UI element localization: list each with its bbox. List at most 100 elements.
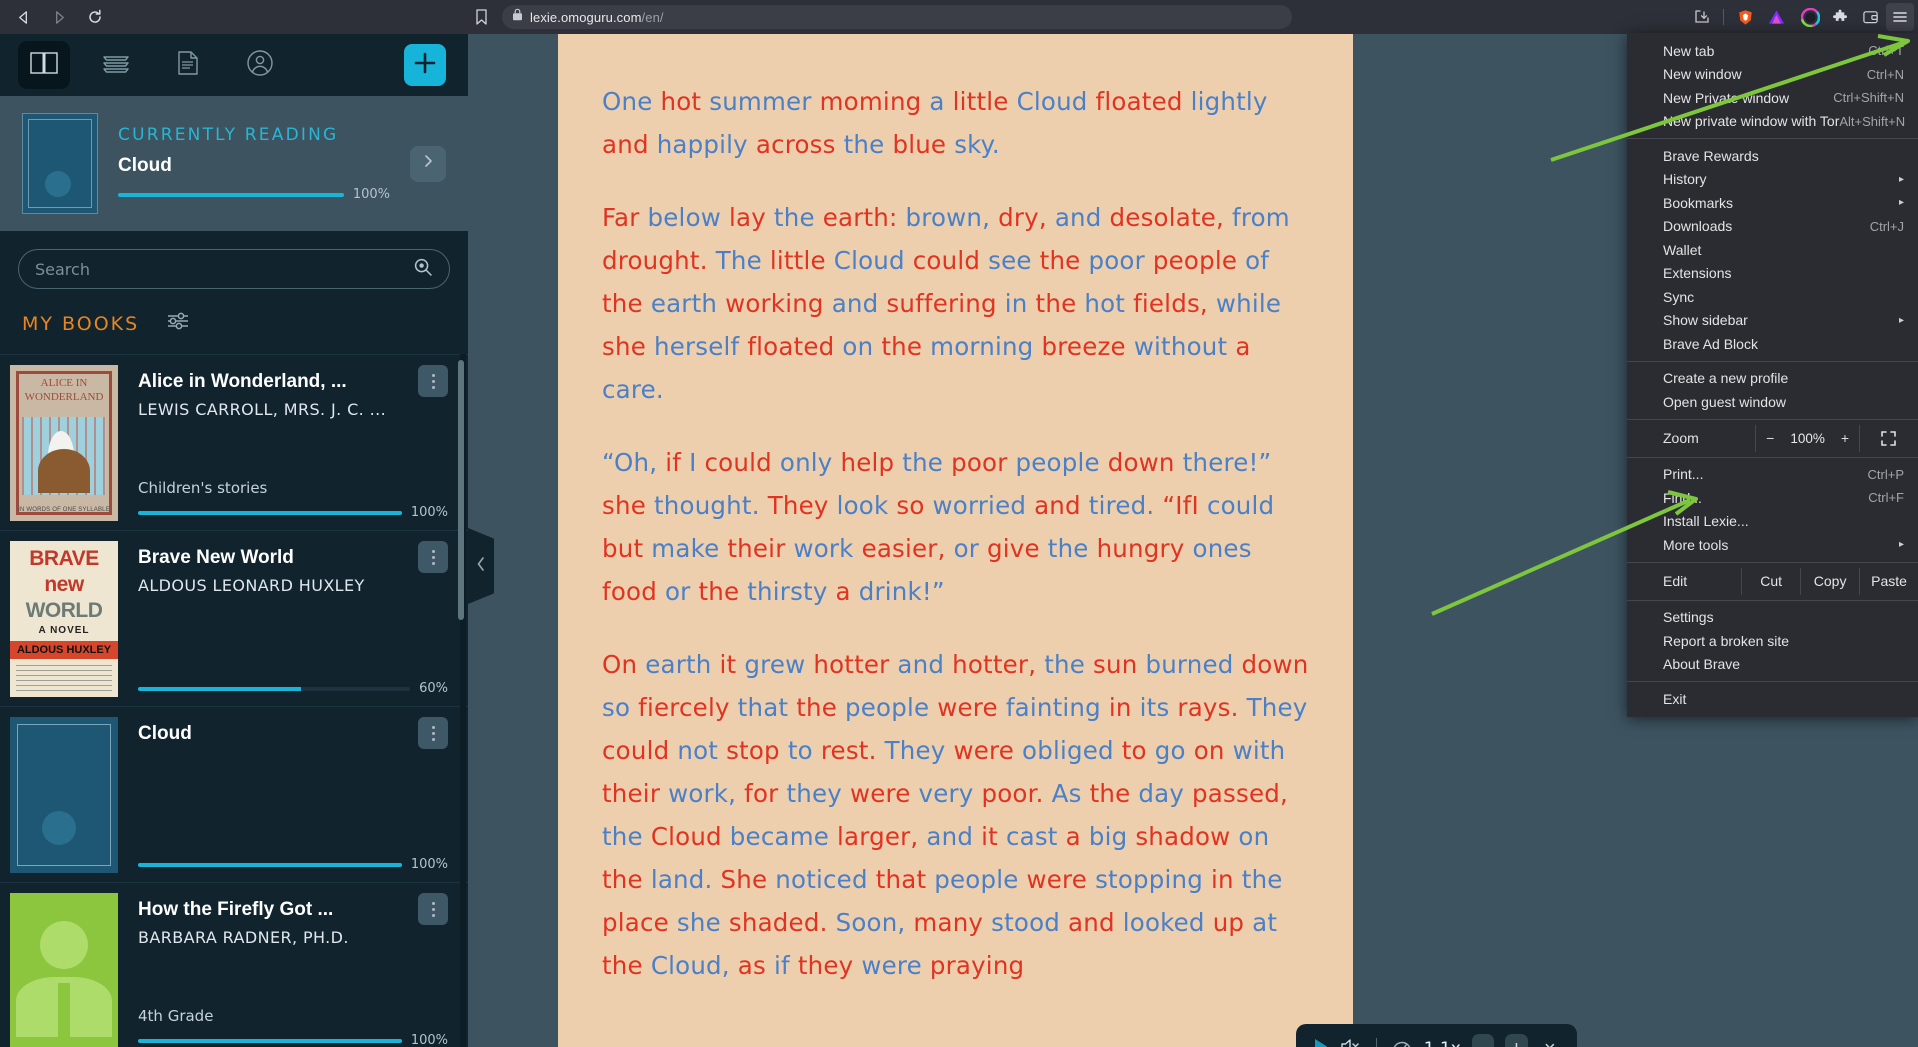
install-app-icon[interactable] [1688,3,1716,31]
speed-increase-button[interactable]: + [1505,1033,1528,1047]
word: that [737,693,789,722]
menu-item-new-private-window-with-tor[interactable]: New private window with Tor Alt+Shift+N [1627,110,1918,134]
audio-player[interactable]: 1.1x − + × [1296,1024,1577,1047]
menu-item-brave-ad-block[interactable]: Brave Ad Block [1627,332,1918,356]
word: Cloud [833,246,905,275]
url-text: lexie.omoguru.com/en/ [530,9,664,25]
word: shadow [1135,822,1231,851]
scrollbar-thumb[interactable] [458,360,464,620]
bookmark-icon[interactable] [466,3,496,31]
word: desolate, [1109,203,1225,232]
menu-item-more-tools[interactable]: More tools ▸ [1627,533,1918,557]
menu-item-show-sidebar[interactable]: Show sidebar ▸ [1627,309,1918,333]
menu-item-print[interactable]: Print... Ctrl+P [1627,463,1918,487]
back-arrow-icon[interactable] [8,3,38,31]
browser-main-menu[interactable]: New tab Ctrl+T New window Ctrl+N New Private… [1627,33,1918,717]
menu-item-find[interactable]: Find... Ctrl+F [1627,486,1918,510]
word: so [896,491,925,520]
menu-item-extensions[interactable]: Extensions [1627,262,1918,286]
sidebar-item-account[interactable] [234,41,286,89]
menu-item-edit: Edit [1663,573,1688,589]
lock-icon [512,8,523,26]
sidebar-item-bookshelf[interactable] [90,41,142,89]
menu-item-history[interactable]: History ▸ [1627,168,1918,192]
list-item[interactable]: ALICE IN WONDERLAND IN WORDS OF ONE SYLL… [0,354,468,530]
add-book-button[interactable] [404,44,446,86]
menu-item-label: Extensions [1663,265,1732,282]
menu-item-paste[interactable]: Paste [1859,567,1918,595]
player-close-button[interactable]: × [1539,1034,1561,1047]
search-input[interactable] [35,259,413,279]
menu-item-new-tab[interactable]: New tab Ctrl+T [1627,39,1918,63]
sidebar-item-documents[interactable] [162,41,214,89]
menu-zoom-row: Zoom −100% + [1627,424,1918,452]
book-options-button[interactable] [418,365,448,397]
forward-arrow-icon[interactable] [44,3,74,31]
word: help [840,448,895,477]
menu-item-exit[interactable]: Exit [1627,687,1918,711]
menu-item-new-window[interactable]: New window Ctrl+N [1627,63,1918,87]
menu-item-open-guest-window[interactable]: Open guest window [1627,390,1918,414]
menu-item-brave-rewards[interactable]: Brave Rewards [1627,144,1918,168]
leo-triangle-icon[interactable] [1762,3,1790,31]
user-circle-icon [246,49,274,82]
brave-lion-shield-icon[interactable] [1731,3,1759,31]
reload-icon[interactable] [80,3,110,31]
menu-item-cut[interactable]: Cut [1741,567,1800,595]
sidebar-collapse-button[interactable] [468,528,494,604]
cover-line-5: ALDOUS HUXLEY [16,644,112,656]
word: day [1138,779,1185,808]
menu-item-label: Find... [1663,489,1702,506]
menu-item-settings[interactable]: Settings [1627,606,1918,630]
zoom-out-button[interactable]: − [1766,430,1774,446]
word: its [1139,693,1170,722]
menu-item-label: Brave Rewards [1663,147,1759,164]
list-item[interactable]: How the Firefly Got ... BARBARA RADNER, … [0,882,468,1047]
book-list[interactable]: ALICE IN WONDERLAND IN WORDS OF ONE SYLL… [0,354,468,1047]
currently-reading-card[interactable]: CURRENTLY READING Cloud 100% [0,96,468,231]
word: below [647,203,721,232]
speed-decrease-button[interactable]: − [1471,1033,1495,1047]
menu-item-shortcut: Ctrl+Shift+N [1833,90,1904,106]
word: people [845,693,930,722]
menu-item-label: More tools [1663,536,1729,553]
list-item[interactable]: Cloud 100% [0,706,468,882]
book-options-button[interactable] [418,541,448,573]
book-options-button[interactable] [418,717,448,749]
play-icon[interactable] [1312,1037,1329,1047]
menu-item-about-brave[interactable]: About Brave [1627,653,1918,677]
word: while [1215,289,1282,318]
address-bar[interactable]: lexie.omoguru.com/en/ [502,5,1292,29]
hamburger-menu-icon[interactable] [1886,3,1914,31]
word: fields, [1133,289,1208,318]
list-item[interactable]: BRAVE new WORLD A NOVEL ALDOUS HUXLEY Br… [0,530,468,706]
menu-item-downloads[interactable]: Downloads Ctrl+J [1627,215,1918,239]
word: to [1121,736,1147,765]
profile-avatar-icon[interactable] [1796,3,1824,31]
menu-item-shortcut: Ctrl+T [1868,43,1904,59]
menu-item-create-a-new-profile[interactable]: Create a new profile [1627,367,1918,391]
sidebar-item-library[interactable] [18,41,70,89]
extensions-puzzle-icon[interactable] [1826,3,1854,31]
menu-item-bookmarks[interactable]: Bookmarks ▸ [1627,191,1918,215]
menu-item-copy[interactable]: Copy [1800,567,1859,595]
filter-sliders-icon[interactable] [165,309,191,338]
brave-wallet-icon[interactable] [1856,3,1884,31]
fullscreen-icon[interactable] [1858,424,1918,452]
menu-item-new-private-window[interactable]: New Private window Ctrl+Shift+N [1627,86,1918,110]
zoom-in-button[interactable]: + [1841,430,1849,446]
menu-item-install-lexie[interactable]: Install Lexie... [1627,510,1918,534]
menu-item-sync[interactable]: Sync [1627,285,1918,309]
currently-reading-open-button[interactable] [410,145,446,182]
speaker-muted-icon[interactable] [1340,1037,1362,1047]
menu-item-wallet[interactable]: Wallet [1627,238,1918,262]
word: brown, [905,203,991,232]
menu-item-report-a-broken-site[interactable]: Report a broken site [1627,629,1918,653]
word: They [884,736,946,765]
search-box[interactable] [18,249,450,289]
word: the [602,865,643,894]
book-list-scrollbar[interactable] [458,354,466,1047]
book-options-button[interactable] [418,893,448,925]
word: or [664,577,691,606]
search-icon[interactable] [413,257,433,282]
